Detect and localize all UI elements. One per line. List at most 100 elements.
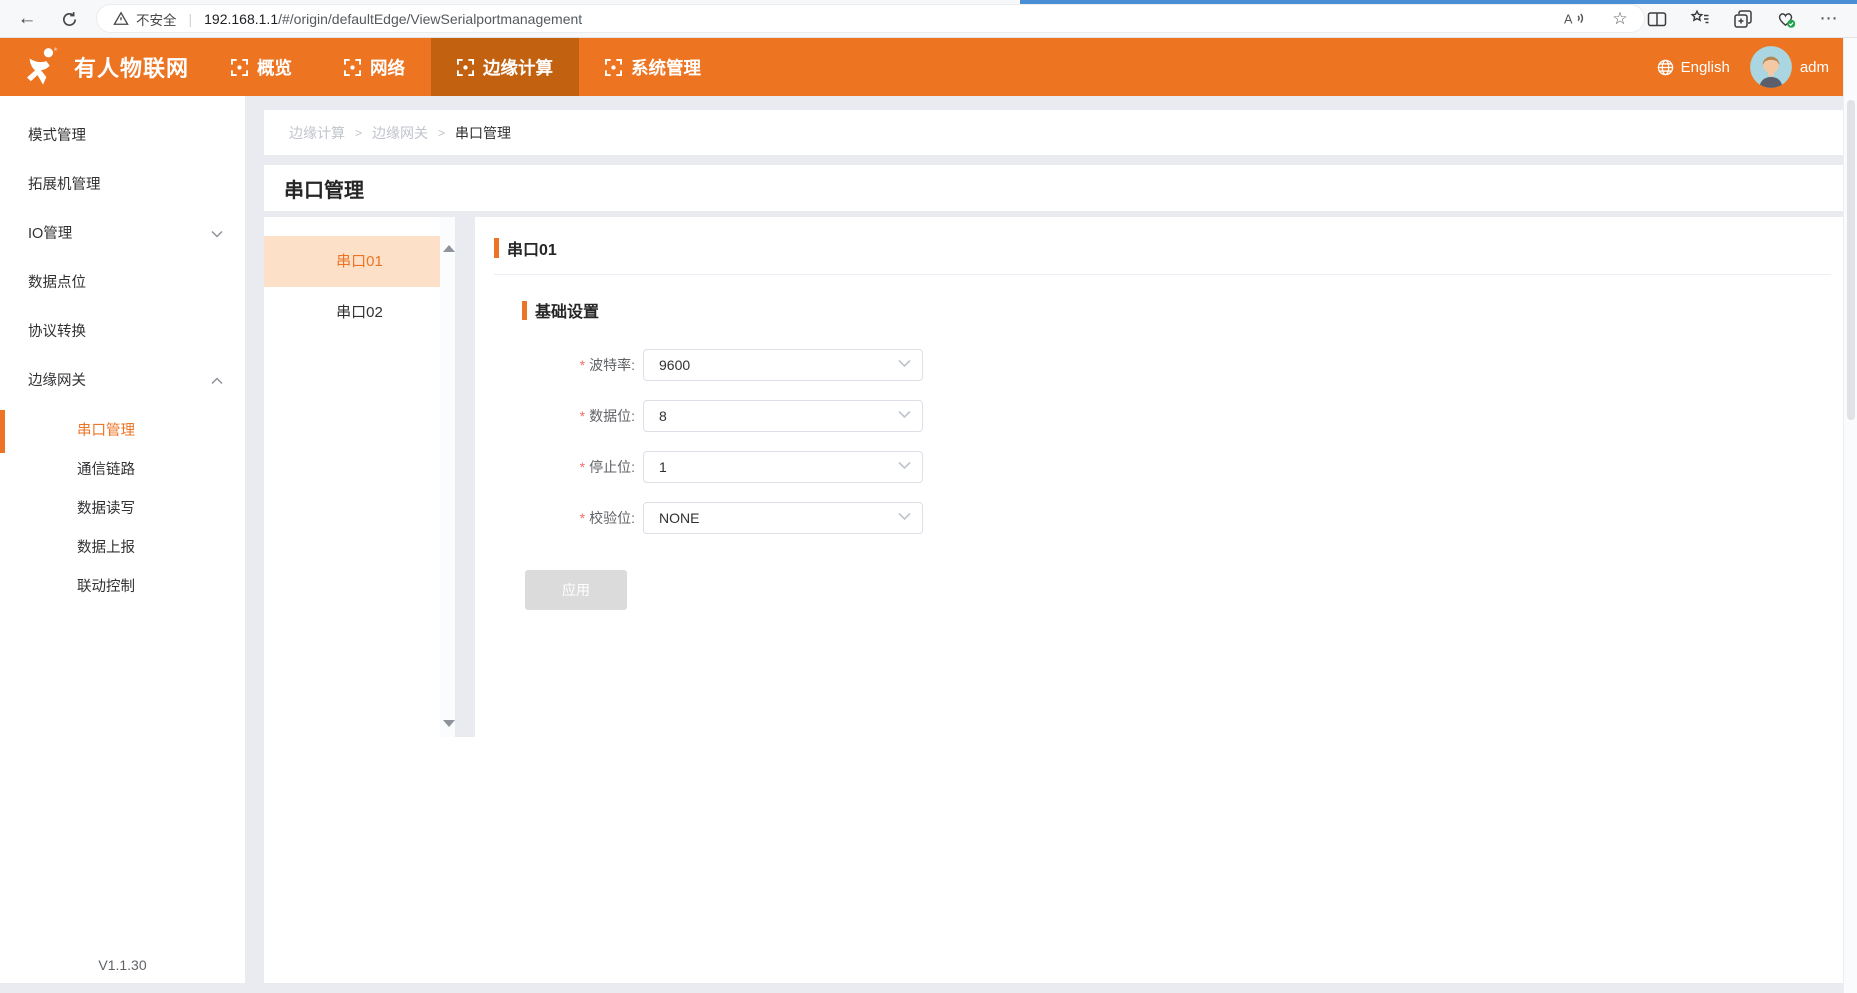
collections-icon[interactable]	[1733, 9, 1753, 29]
tab-network[interactable]: 网络	[318, 38, 431, 96]
form-row-baud-rate: * 波特率: 9600	[494, 349, 1831, 381]
list-scrollbar[interactable]	[440, 217, 455, 737]
apply-button[interactable]: 应用	[525, 570, 627, 610]
serial-port-form-panel: 串口01 基础设置 * 波特率: 9600 * 数据位: 8 * 停止位: 1 …	[475, 217, 1843, 610]
baud-rate-label: * 波特率:	[579, 357, 635, 373]
sidebar-item-io-management[interactable]: IO管理	[0, 210, 245, 259]
brand-name: 有人物联网	[74, 56, 190, 81]
scan-icon	[231, 58, 248, 76]
chevron-down-icon	[898, 461, 911, 470]
window-accent-strip	[1020, 0, 1857, 4]
page-title-card: 串口管理	[264, 165, 1843, 211]
sidebar-item-edge-gateway[interactable]: 边缘网关	[0, 357, 245, 406]
parity-label: * 校验位:	[579, 510, 635, 526]
form-row-parity: * 校验位: NONE	[494, 502, 1831, 534]
refresh-icon[interactable]	[56, 7, 82, 31]
username-label: adm	[1799, 58, 1829, 76]
url-text[interactable]: 192.168.1.1/#/origin/defaultEdge/ViewSer…	[204, 11, 582, 27]
sidebar-item-serial-port-management[interactable]: 串口管理	[0, 410, 245, 453]
breadcrumb-edge-computing[interactable]: 边缘计算	[289, 123, 345, 143]
panel-heading-text: 串口01	[507, 242, 557, 259]
sidebar-item-protocol-conversion[interactable]: 协议转换	[0, 308, 245, 357]
language-switch[interactable]: English	[1657, 59, 1730, 76]
sidebar-item-communication-link[interactable]: 通信链路	[0, 451, 245, 490]
parity-select[interactable]: NONE	[643, 502, 923, 534]
scroll-down-icon[interactable]	[443, 720, 455, 727]
user-menu[interactable]: adm	[1749, 46, 1829, 88]
basic-settings-form: * 波特率: 9600 * 数据位: 8 * 停止位: 1 * 校验位: NON…	[494, 349, 1831, 534]
sidebar-item-data-reporting[interactable]: 数据上报	[0, 529, 245, 568]
data-bits-select[interactable]: 8	[643, 400, 923, 432]
main-nav: 概览 网络 边缘计算 系统管理	[205, 38, 727, 96]
globe-icon	[1657, 59, 1673, 75]
site-security[interactable]: 不安全	[113, 9, 177, 29]
address-bar[interactable]: 不安全 | 192.168.1.1/#/origin/defaultEdge/V…	[96, 4, 1645, 33]
tab-overview[interactable]: 概览	[205, 38, 318, 96]
scroll-up-icon[interactable]	[443, 245, 455, 252]
brand: ® 有人物联网	[22, 46, 189, 88]
breadcrumb-separator: >	[438, 125, 446, 140]
breadcrumb-separator: >	[355, 125, 363, 140]
toolbar-right-icons: ⋯	[1647, 0, 1839, 37]
sidebar-item-mode-management[interactable]: 模式管理	[0, 112, 245, 161]
section-heading: 基础设置	[522, 298, 1831, 322]
scrollbar-thumb[interactable]	[1847, 100, 1855, 420]
favorite-star-icon[interactable]: ☆	[1610, 9, 1630, 29]
chevron-down-icon	[211, 230, 223, 238]
chevron-down-icon	[898, 512, 911, 521]
back-icon[interactable]: ←	[14, 7, 40, 31]
sidebar-item-expansion-management[interactable]: 拓展机管理	[0, 161, 245, 210]
sidebar-item-linkage-control[interactable]: 联动控制	[0, 568, 245, 607]
breadcrumb: 边缘计算 > 边缘网关 > 串口管理	[264, 110, 1843, 155]
stop-bits-select[interactable]: 1	[643, 451, 923, 483]
sidebar: 模式管理 拓展机管理 IO管理 数据点位 协议转换 边缘网关 串口管理 通信链路…	[0, 96, 245, 983]
tab-system-management[interactable]: 系统管理	[579, 38, 727, 96]
sidebar-item-data-read-write[interactable]: 数据读写	[0, 490, 245, 529]
heading-accent-bar	[522, 300, 527, 320]
chevron-down-icon	[898, 359, 911, 368]
scan-icon	[605, 58, 622, 76]
section-heading-text: 基础设置	[535, 304, 600, 321]
split-screen-icon[interactable]	[1647, 9, 1667, 29]
stop-bits-label: * 停止位:	[579, 459, 635, 475]
browser-essentials-icon[interactable]	[1776, 9, 1796, 29]
panel-heading: 串口01	[494, 236, 1831, 260]
svg-text:®: ®	[54, 46, 58, 52]
panel-divider-gap	[455, 217, 475, 737]
data-bits-label: * 数据位:	[579, 408, 635, 424]
tab-edge-computing[interactable]: 边缘计算	[431, 38, 579, 96]
active-indicator-bar	[0, 410, 5, 453]
form-row-stop-bits: * 停止位: 1	[494, 451, 1831, 483]
page-scrollbar[interactable]	[1843, 38, 1857, 993]
favorites-bar-icon[interactable]	[1690, 9, 1710, 29]
address-divider: |	[188, 10, 193, 27]
serial-port-list: 串口01 串口02	[264, 217, 455, 737]
app-version: V1.1.30	[98, 957, 147, 973]
scan-icon	[457, 58, 474, 76]
divider	[494, 274, 1831, 275]
scan-icon	[344, 58, 361, 76]
content-panel: 串口01 串口02 串口01 基础设置 * 波特率: 9600 * 数据位: 8…	[264, 217, 1843, 983]
chevron-down-icon	[898, 410, 911, 419]
svg-text:A: A	[1564, 11, 1573, 26]
breadcrumb-edge-gateway[interactable]: 边缘网关	[372, 123, 428, 143]
chevron-up-icon	[211, 376, 223, 384]
form-row-data-bits: * 数据位: 8	[494, 400, 1831, 432]
warning-icon	[113, 11, 129, 25]
screen: ← 不安全 | 192.168.1.1/#/origin/defaultEdge…	[0, 0, 1857, 993]
baud-rate-select[interactable]: 9600	[643, 349, 923, 381]
more-icon[interactable]: ⋯	[1819, 8, 1839, 29]
security-warning-label: 不安全	[136, 12, 177, 28]
brand-logo-icon: ®	[27, 46, 58, 85]
browser-toolbar: ← 不安全 | 192.168.1.1/#/origin/defaultEdge…	[0, 0, 1857, 38]
app-header: ® 有人物联网 概览 网络 边缘计算 系统管理 English adm	[0, 38, 1843, 96]
page-title: 串口管理	[284, 179, 364, 202]
port-list-item-01[interactable]: 串口01	[264, 236, 455, 287]
port-list-item-02[interactable]: 串口02	[264, 287, 455, 338]
sidebar-item-data-points[interactable]: 数据点位	[0, 259, 245, 308]
avatar	[1749, 46, 1792, 88]
read-aloud-icon[interactable]: A	[1564, 9, 1584, 29]
breadcrumb-current: 串口管理	[455, 124, 512, 141]
heading-accent-bar	[494, 238, 499, 258]
language-label: English	[1680, 58, 1730, 76]
